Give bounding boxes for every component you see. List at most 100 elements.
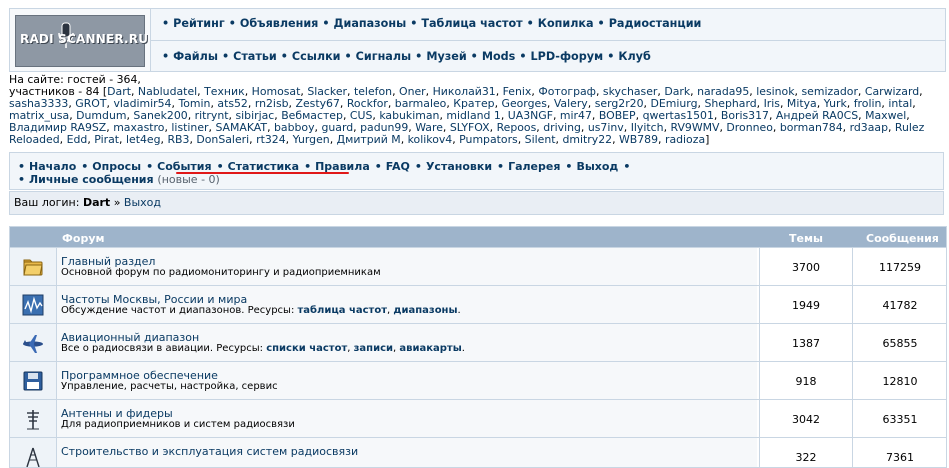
header-link-top-0[interactable]: Рейтинг [173, 17, 225, 30]
forum-main-cell: Главный раздел Основной форум по радиомон… [57, 248, 757, 286]
menu-bullet: • [162, 17, 170, 30]
forum-resource-link[interactable]: записи [354, 343, 393, 354]
online-user-link[interactable]: rd3aap [850, 121, 888, 134]
forum-main-cell: Строительство и эксплуатация систем ради… [57, 438, 757, 467]
forum-main-cell: Программное обеспечение Управление, расче… [57, 362, 757, 400]
forum-topics-cell: 1949 [759, 286, 852, 324]
online-user-link[interactable]: RB3 [167, 133, 189, 146]
forum-posts-cell: 63351 [852, 400, 946, 438]
forum-description: Все о радиосвязи в авиации. Ресурсы: спи… [61, 343, 465, 354]
forum-main-cell: Частоты Москвы, России и мира Обсуждение … [57, 286, 757, 324]
nav-bullet: • [565, 160, 573, 173]
menu-bullet: • [280, 50, 288, 63]
menu-bullet: • [607, 50, 615, 63]
nav-item-5[interactable]: FAQ [386, 160, 410, 173]
forum-topics-cell: 3700 [759, 248, 852, 286]
forum-description-text: Все о радиосвязи в авиации. Ресурсы: [61, 343, 263, 354]
nav-bullet: • [146, 160, 154, 173]
header-link-bottom-5[interactable]: Mods [482, 50, 516, 63]
menu-bullet: • [228, 17, 236, 30]
floppy-disk-icon [23, 371, 43, 391]
header-link-top-5[interactable]: Радиостанции [609, 17, 702, 30]
online-members-list: участников - 84 [Dart, Nabludatel, Техни… [9, 85, 925, 146]
online-user-link[interactable]: Silent [525, 133, 556, 146]
forum-topics-count: 3700 [792, 261, 820, 274]
forum-description: Для радиоприемников и систем радиосвязи [61, 419, 295, 430]
forum-icon-cell [10, 248, 57, 286]
menu-bullet: • [526, 17, 534, 30]
header-link-bottom-2[interactable]: Ссылки [292, 50, 341, 63]
forum-topics-count: 3042 [792, 413, 820, 426]
forum-main-cell: Антенны и фидеры Для радиоприемников и си… [57, 400, 757, 438]
online-user-link[interactable]: Pumpators [459, 133, 518, 146]
online-user-link[interactable]: WB789 [619, 133, 658, 146]
header-link-top-1[interactable]: Объявления [240, 17, 319, 30]
pm-new-count: (новые - 0) [157, 173, 220, 186]
forum-posts-cell: 12810 [852, 362, 946, 400]
header-link-bottom-6[interactable]: LPD-форум [530, 50, 603, 63]
forum-table: Форум Темы Сообщения Главный раздел Основ… [9, 226, 947, 468]
menu-bullet: • [221, 50, 230, 63]
online-user-link[interactable]: kolikov4 [408, 133, 453, 146]
nav-item-1[interactable]: Опросы [92, 160, 141, 173]
forum-topics-cell: 918 [759, 362, 852, 400]
online-user-link[interactable]: DonSaleri [196, 133, 249, 146]
online-user-link[interactable]: Dronneo [726, 121, 772, 134]
forum-resource-link[interactable]: списки частот [266, 343, 347, 354]
forum-row: Авиационный диапазон Все о радиосвязи в а… [10, 323, 946, 362]
forum-icon-cell [10, 362, 57, 400]
online-user-link[interactable]: Дмитрий М [337, 133, 401, 146]
online-user-link[interactable]: Yurgen [293, 133, 330, 146]
header-link-top-2[interactable]: Диапазоны [334, 17, 407, 30]
forum-row: Программное обеспечение Управление, расче… [10, 361, 946, 400]
forum-topics-cell: 322 [759, 438, 852, 467]
header-link-top-3[interactable]: Таблица частот [421, 17, 522, 30]
online-user-link[interactable]: borman784 [780, 121, 843, 134]
header-link-bottom-4[interactable]: Музей [426, 50, 466, 63]
forum-topics-count: 1949 [792, 299, 820, 312]
nav-item-8[interactable]: Выход [576, 160, 618, 173]
forum-description: Основной форум по радиомониторингу и рад… [61, 267, 381, 278]
forum-posts-cell: 117259 [852, 248, 946, 286]
menu-bullet: • [344, 50, 352, 63]
antenna-icon [27, 410, 39, 430]
online-user-link[interactable]: Edd [67, 133, 88, 146]
nav-bullet: • [18, 160, 26, 173]
header-link-bottom-1[interactable]: Статьи [233, 50, 277, 63]
forum-posts-count: 63351 [882, 413, 918, 426]
site-logo[interactable]: RADI SCANNER.RU [15, 15, 148, 67]
nav-item-7[interactable]: Галерея [508, 160, 560, 173]
members-suffix: ] [705, 133, 710, 146]
login-username: Dart [82, 196, 111, 209]
nav-private-messages[interactable]: Личные сообщения [29, 173, 154, 186]
header-link-bottom-3[interactable]: Сигналы [356, 50, 411, 63]
header-link-bottom-7[interactable]: Клуб [618, 50, 650, 63]
online-user-link[interactable]: radioza [665, 133, 705, 146]
forum-resource-link[interactable]: диапазоны [393, 305, 457, 316]
nav-bullet: • [623, 160, 631, 173]
online-user-link[interactable]: let4eg [126, 133, 161, 146]
header-link-top-4[interactable]: Копилка [538, 17, 594, 30]
online-user-link[interactable]: rt324 [256, 133, 286, 146]
menu-bullet: • [519, 50, 527, 63]
forum-posts-count: 65855 [882, 337, 918, 350]
nav-bullet: • [497, 160, 505, 173]
forum-posts-cell: 7361 [852, 438, 946, 467]
forum-name-link[interactable]: Строительство и эксплуатация систем ради… [61, 445, 358, 458]
header-menu-row-1: • Рейтинг • Объявления • Диапазоны • Таблица ча… [158, 17, 701, 33]
header-link-bottom-0[interactable]: Файлы [173, 50, 218, 63]
logout-link[interactable]: Выход [124, 196, 161, 209]
red-highlight-underline [176, 172, 349, 174]
main-navigation: • Начало • Опросы • События • Статистика • Правил… [9, 152, 944, 190]
online-user-link[interactable]: Pirat [94, 133, 119, 146]
nav-item-6[interactable]: Установки [426, 160, 492, 173]
forum-description-text: Основной форум по радиомониторингу и рад… [61, 267, 381, 278]
online-user-link[interactable]: dmitry22 [562, 133, 612, 146]
forum-topics-cell: 3042 [759, 400, 852, 438]
forum-resource-link[interactable]: таблица частот [298, 305, 388, 316]
menu-bullet: • [597, 17, 605, 30]
nav-item-0[interactable]: Начало [29, 160, 76, 173]
forum-resource-link[interactable]: авиакарты [399, 343, 461, 354]
forum-icon-cell [10, 286, 57, 324]
online-users-block: На сайте: гостей - 364, участников - 84 … [9, 74, 941, 146]
